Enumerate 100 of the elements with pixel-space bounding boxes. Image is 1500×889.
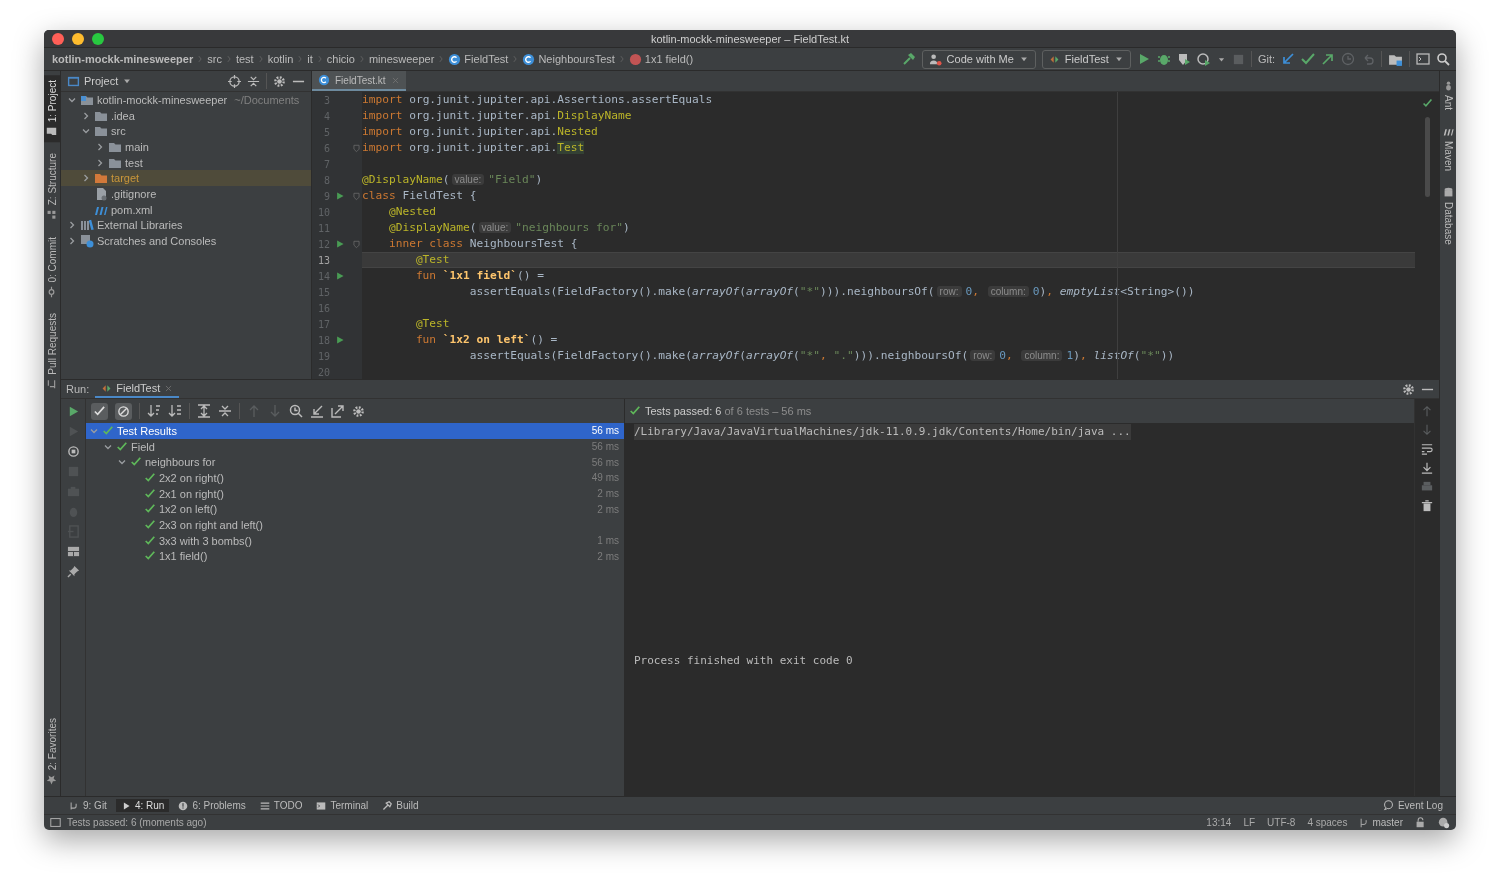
tool-window-tab[interactable]: Pull Requests	[44, 308, 60, 395]
breadcrumb[interactable]: kotlin	[267, 53, 294, 65]
layout-icon[interactable]	[66, 545, 80, 558]
profiler-icon[interactable]	[1196, 52, 1211, 66]
terminal-window-icon[interactable]	[1416, 52, 1430, 66]
breadcrumb[interactable]: FieldTest	[448, 52, 509, 66]
project-view-dropdown[interactable]: Project	[67, 74, 222, 88]
sort-alpha-icon[interactable]	[147, 404, 161, 418]
soft-wrap-icon[interactable]	[1421, 443, 1433, 455]
tree-item[interactable]: .gitignore	[61, 186, 311, 202]
chevron-icon	[315, 53, 324, 65]
code-line: assertEquals(FieldFactory().make(arrayOf(arrayOf("*"))).neighboursOf( row: 0, column: 0), emptyList<String>())	[468, 285, 1195, 298]
breadcrumb[interactable]: src	[207, 53, 222, 65]
run-test-icon[interactable]	[335, 239, 345, 249]
minimize-window-button[interactable]	[72, 32, 84, 45]
tool-window-tab[interactable]: Ant	[1440, 75, 1456, 115]
run-test-icon[interactable]	[335, 191, 345, 201]
chevron-icon[interactable]	[67, 236, 77, 247]
breadcrumb[interactable]: 1x1 field()	[628, 52, 694, 66]
run-test-icon[interactable]	[335, 335, 345, 345]
panel-toggle-icon[interactable]	[50, 817, 61, 828]
settings-icon[interactable]	[352, 404, 365, 418]
tool-window-tab[interactable]: Maven	[1440, 121, 1456, 177]
tree-item[interactable]: test	[61, 154, 311, 171]
tool-window-button[interactable]: 6: Problems	[173, 799, 251, 812]
status-item[interactable]: LF	[1243, 817, 1256, 828]
breadcrumb[interactable]: NeighboursTest	[522, 52, 615, 66]
event-log-button[interactable]: Event Log	[1377, 799, 1448, 812]
collapse-all-icon[interactable]	[247, 74, 260, 88]
tree-item[interactable]: .idea	[61, 107, 311, 124]
lock-icon[interactable]	[1415, 817, 1426, 828]
tree-item[interactable]: main	[61, 139, 311, 155]
import-icon[interactable]	[310, 404, 324, 418]
locate-icon[interactable]	[228, 74, 241, 88]
settings-icon[interactable]	[1402, 382, 1415, 396]
export-icon[interactable]	[331, 404, 345, 418]
tool-window-button[interactable]: 9: Git	[64, 799, 112, 812]
tool-window-button[interactable]: Terminal	[311, 799, 374, 812]
close-icon[interactable]	[164, 383, 174, 393]
chevron-icon[interactable]	[67, 220, 77, 231]
tool-window-button[interactable]: 4: Run	[115, 799, 170, 812]
pin-icon[interactable]	[66, 565, 80, 578]
run-tab[interactable]: FieldTest	[95, 380, 180, 398]
toggle-auto-test-icon[interactable]	[66, 445, 80, 458]
tree-item[interactable]: pom.xml	[61, 201, 311, 218]
tool-window-button[interactable]: Build	[377, 799, 424, 812]
tree-item[interactable]: Scratches and Consoles	[61, 233, 311, 249]
tree-item[interactable]: External Libraries	[61, 217, 311, 234]
tool-window-button[interactable]: TODO	[254, 799, 308, 812]
sort-duration-icon[interactable]	[168, 404, 182, 418]
show-passed-toggle[interactable]	[91, 402, 108, 420]
branch-widget[interactable]: master	[1359, 817, 1403, 828]
tool-window-tab[interactable]: 0: Commit	[44, 231, 60, 303]
status-item[interactable]: 4 spaces	[1307, 817, 1348, 828]
tool-window-tab[interactable]: 2: Favorites	[44, 712, 60, 790]
tool-window-tab[interactable]: 1: Project	[44, 75, 60, 143]
expand-all-icon[interactable]	[197, 404, 211, 418]
tree-item[interactable]: target	[61, 170, 311, 187]
status-item[interactable]: 13:14	[1206, 817, 1232, 828]
tree-item[interactable]: src	[61, 123, 311, 140]
settings-icon[interactable]	[273, 74, 286, 88]
close-window-button[interactable]	[52, 32, 64, 45]
run-configuration-dropdown[interactable]: FieldTest	[1041, 49, 1131, 69]
status-item[interactable]: UTF-8	[1267, 817, 1296, 828]
breadcrumb[interactable]: test	[235, 53, 254, 65]
breadcrumb[interactable]: kotlin-mockk-minesweeper	[52, 53, 194, 65]
chevron-icon[interactable]	[81, 110, 91, 121]
hammer-icon[interactable]	[901, 52, 916, 66]
chevron-icon[interactable]	[95, 141, 105, 152]
tree-item[interactable]: kotlin-mockk-minesweeper ~/Documents	[61, 92, 311, 108]
chevron-icon[interactable]	[95, 157, 105, 168]
commit-check-icon[interactable]	[1301, 52, 1315, 66]
run-test-icon[interactable]	[335, 271, 345, 281]
result-row[interactable]: Test Results 56 ms	[86, 423, 624, 439]
scrollbar-thumb[interactable]	[1424, 117, 1430, 197]
push-arrow-icon[interactable]	[1321, 52, 1335, 66]
update-arrow-icon[interactable]	[1281, 52, 1295, 66]
trash-icon[interactable]	[1421, 500, 1433, 512]
inspector-icon[interactable]	[1438, 816, 1450, 829]
project-icon	[46, 126, 58, 138]
history-icon[interactable]	[289, 404, 303, 418]
print-icon[interactable]	[1421, 481, 1433, 493]
breadcrumb[interactable]: chicio	[326, 53, 355, 65]
result-row[interactable]: 2x3 on right and left()	[86, 517, 624, 533]
bug-icon[interactable]	[1156, 52, 1171, 66]
coverage-icon[interactable]	[1176, 52, 1191, 66]
breadcrumb[interactable]: it	[307, 53, 313, 65]
code-with-me-dropdown[interactable]: Code with Me	[921, 49, 1036, 69]
tool-window-tab[interactable]: Z: Structure	[44, 148, 60, 226]
tool-window-tab[interactable]: Database	[1440, 182, 1456, 250]
collapse-all-icon[interactable]	[218, 404, 232, 418]
test-summary: Tests passed: 6 of 6 tests – 56 ms	[645, 405, 812, 417]
zoom-window-button[interactable]	[92, 32, 104, 45]
breadcrumb[interactable]: minesweeper	[368, 53, 435, 65]
search-icon[interactable]	[1436, 52, 1450, 66]
editor-tab[interactable]: FieldTest.kt	[312, 71, 406, 91]
branch-icon	[1359, 817, 1370, 828]
chevron-icon[interactable]	[81, 173, 91, 184]
show-ignored-toggle[interactable]	[115, 402, 132, 420]
scroll-to-end-icon[interactable]	[1421, 462, 1433, 474]
